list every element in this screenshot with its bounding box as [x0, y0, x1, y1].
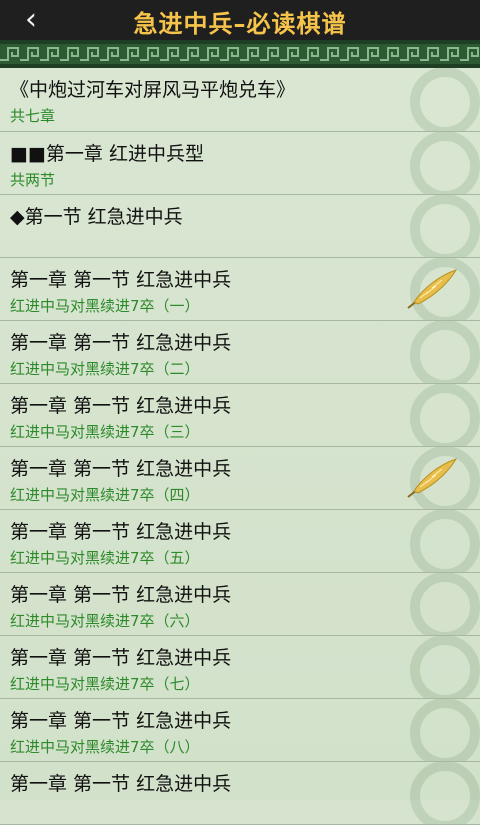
- item-title: 第一章 第一节 红急进中兵: [10, 458, 232, 480]
- item-title: 第一章 第一节 红急进中兵: [10, 710, 232, 732]
- watermark-graphic: [410, 321, 480, 383]
- top-bar: ‹ 急进中兵–必读棋谱: [0, 0, 480, 40]
- item-subtitle: 红进中马对黑续进7卒（七）: [10, 675, 200, 693]
- item-title: 第一章 第一节 红急进中兵: [10, 647, 232, 669]
- list-item-game[interactable]: 第一章 第一节 红急进中兵 红进中马对黑续进7卒（二）: [0, 321, 480, 384]
- meander-pattern: [0, 40, 480, 68]
- item-subtitle: 共两节: [10, 171, 56, 189]
- watermark-graphic: [410, 132, 480, 194]
- item-subtitle: 红进中马对黑续进7卒（六）: [10, 612, 200, 630]
- item-subtitle: 红进中马对黑续进7卒（三）: [10, 423, 200, 441]
- list-item-chapter[interactable]: ■■第一章 红进中兵型 共两节: [0, 132, 480, 195]
- list-item-game[interactable]: 第一章 第一节 红急进中兵 红进中马对黑续进7卒（六）: [0, 573, 480, 636]
- item-subtitle: 红进中马对黑续进7卒（五）: [10, 549, 200, 567]
- page-title: 急进中兵–必读棋谱: [133, 10, 347, 38]
- watermark-graphic: [410, 699, 480, 761]
- item-subtitle: 共七章: [10, 107, 56, 125]
- list-item-game[interactable]: 第一章 第一节 红急进中兵 红进中马对黑续进7卒（八）: [0, 699, 480, 762]
- item-title: ■■第一章 红进中兵型: [10, 143, 204, 165]
- item-subtitle: 红进中马对黑续进7卒（二）: [10, 360, 200, 378]
- list-item-game[interactable]: 第一章 第一节 红急进中兵 红进中马对黑续进7卒（五）: [0, 510, 480, 573]
- list-item-section[interactable]: ◆第一节 红急进中兵: [0, 195, 480, 258]
- watermark-graphic: [410, 384, 480, 446]
- item-title: 第一章 第一节 红急进中兵: [10, 332, 232, 354]
- item-title: 第一章 第一节 红急进中兵: [10, 773, 232, 795]
- item-title: 第一章 第一节 红急进中兵: [10, 584, 232, 606]
- item-title: 《中炮过河车对屏风马平炮兑车》: [10, 79, 296, 101]
- item-title: 第一章 第一节 红急进中兵: [10, 269, 232, 291]
- watermark-graphic: [410, 68, 480, 131]
- watermark-graphic: [410, 573, 480, 635]
- list-item-game[interactable]: 第一章 第一节 红急进中兵 红进中马对黑续进7卒（四）: [0, 447, 480, 510]
- list-item-book[interactable]: 《中炮过河车对屏风马平炮兑车》 共七章: [0, 68, 480, 132]
- watermark-graphic: [410, 510, 480, 572]
- quill-icon: [407, 458, 458, 498]
- list-item-game[interactable]: 第一章 第一节 红急进中兵 红进中马对黑续进7卒（三）: [0, 384, 480, 447]
- list-item-game[interactable]: 第一章 第一节 红急进中兵 红进中马对黑续进7卒（一）: [0, 258, 480, 321]
- item-title: 第一章 第一节 红急进中兵: [10, 521, 232, 543]
- item-title: 第一章 第一节 红急进中兵: [10, 395, 232, 417]
- watermark-graphic: [410, 195, 480, 257]
- watermark-graphic: [410, 762, 480, 824]
- list-item-game[interactable]: 第一章 第一节 红急进中兵: [0, 762, 480, 825]
- quill-icon: [407, 269, 458, 309]
- watermark-graphic: [410, 636, 480, 698]
- item-subtitle: 红进中马对黑续进7卒（四）: [10, 486, 200, 504]
- item-title: ◆第一节 红急进中兵: [10, 206, 183, 228]
- decorative-border: [0, 40, 480, 68]
- item-subtitle: 红进中马对黑续进7卒（八）: [10, 738, 200, 756]
- chess-record-list[interactable]: 《中炮过河车对屏风马平炮兑车》 共七章 ■■第一章 红进中兵型 共两节 ◆第一节…: [0, 68, 480, 825]
- list-item-game[interactable]: 第一章 第一节 红急进中兵 红进中马对黑续进7卒（七）: [0, 636, 480, 699]
- item-subtitle: 红进中马对黑续进7卒（一）: [10, 297, 200, 315]
